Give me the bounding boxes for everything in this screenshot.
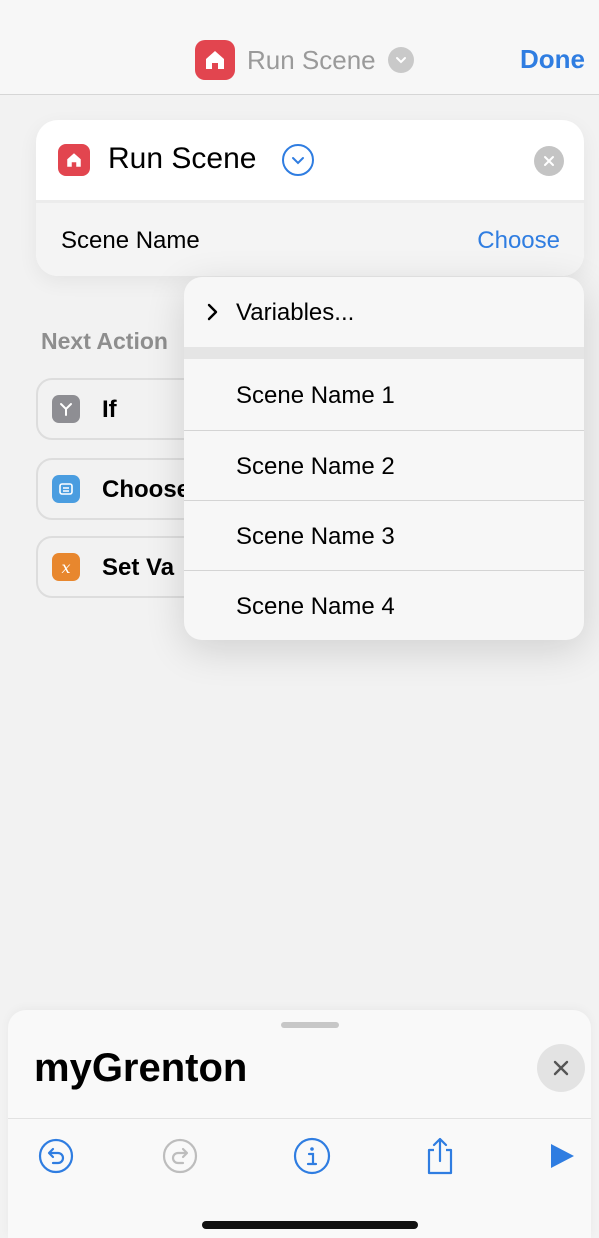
scene-name-menu: Variables... Scene Name 1 Scene Name 2 S…: [184, 277, 584, 640]
shortcut-sheet: myGrenton: [8, 1010, 591, 1238]
close-sheet-button[interactable]: [537, 1044, 585, 1092]
sheet-grabber[interactable]: [281, 1022, 339, 1028]
menu-item-label: Scene Name 4: [236, 593, 395, 620]
scene-name-row[interactable]: Scene Name Choose: [36, 203, 584, 276]
next-action-label-set-variable: Set Va: [102, 554, 175, 581]
variable-icon: x: [52, 553, 80, 581]
next-action-label: Next Action: [41, 328, 168, 354]
info-button[interactable]: [290, 1134, 334, 1178]
action-card-header: Run Scene: [36, 120, 584, 200]
remove-action-button[interactable]: [534, 146, 564, 176]
info-icon: [293, 1137, 331, 1175]
expand-chevron-icon[interactable]: [282, 144, 314, 176]
next-action-label-if: If: [102, 396, 117, 423]
redo-icon: [162, 1138, 198, 1174]
menu-item-label: Variables...: [236, 299, 355, 326]
close-icon: [553, 1060, 569, 1076]
menu-item-label: Scene Name 2: [236, 453, 395, 480]
action-card: Run Scene Scene Name Choose: [36, 120, 584, 276]
shortcut-title[interactable]: myGrenton: [34, 1046, 247, 1091]
nav-title: Run Scene: [247, 44, 376, 75]
undo-icon: [38, 1138, 74, 1174]
action-title: Run Scene: [108, 142, 257, 175]
redo-button[interactable]: [158, 1134, 202, 1178]
share-button[interactable]: [418, 1134, 462, 1178]
menu-item-label: Scene Name 3: [236, 523, 395, 550]
done-button[interactable]: Done: [520, 44, 585, 75]
menu-item-scene-3[interactable]: Scene Name 3: [184, 501, 584, 571]
home-app-icon: [58, 144, 90, 176]
menu-item-scene-1[interactable]: Scene Name 1: [184, 360, 584, 430]
menu-item-label: Scene Name 1: [236, 382, 395, 409]
next-action-label-choose: Choose: [102, 476, 191, 503]
divider: [8, 1118, 591, 1119]
home-app-icon: [195, 40, 235, 80]
run-button[interactable]: [540, 1134, 584, 1178]
share-icon: [427, 1137, 453, 1175]
menu-item-scene-4[interactable]: Scene Name 4: [184, 571, 584, 640]
menu-section-separator: [184, 347, 584, 359]
menu-icon: [52, 475, 80, 503]
chevron-right-icon: [207, 303, 218, 321]
scene-name-label: Scene Name: [61, 227, 200, 254]
navigation-bar: Run Scene Done: [0, 0, 599, 95]
undo-button[interactable]: [34, 1134, 78, 1178]
nav-title-group[interactable]: Run Scene: [195, 40, 414, 80]
menu-item-variables[interactable]: Variables...: [184, 277, 584, 347]
if-icon: [52, 395, 80, 423]
close-icon: [544, 156, 554, 166]
home-indicator: [202, 1221, 418, 1229]
chevron-down-icon[interactable]: [387, 47, 414, 73]
choose-button[interactable]: Choose: [477, 227, 560, 255]
play-icon: [551, 1144, 574, 1168]
menu-item-scene-2[interactable]: Scene Name 2: [184, 431, 584, 501]
